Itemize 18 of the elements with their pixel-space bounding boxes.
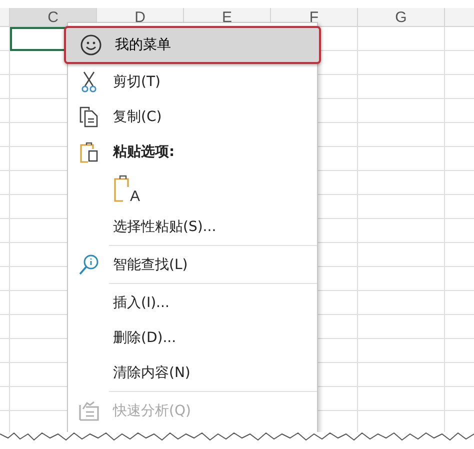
menu-section-header: 粘贴选项: [113, 142, 175, 160]
menu-item[interactable]: 剪切(T) [68, 64, 317, 99]
column-header[interactable]: G [358, 8, 445, 26]
clipboard-icon [79, 140, 99, 162]
menu-item[interactable]: 删除(D)... [68, 320, 317, 355]
column-header[interactable]: C [10, 8, 97, 26]
scissors-icon [81, 70, 97, 92]
clipboard-icon [113, 174, 131, 202]
menu-item[interactable]: 复制(C) [68, 99, 317, 134]
copy-icon [79, 106, 99, 128]
menu-item[interactable]: 智能查找(L) [68, 247, 317, 282]
menu-item[interactable]: 清除内容(N) [68, 355, 317, 390]
smiley-icon [80, 34, 102, 56]
menu-item[interactable]: 插入(I)... [68, 285, 317, 320]
menu-item[interactable]: 选择性粘贴(S)... [68, 209, 317, 244]
chart-icon [78, 400, 100, 420]
search-icon [78, 254, 100, 276]
menu-item[interactable]: 我的菜单 [64, 26, 321, 64]
